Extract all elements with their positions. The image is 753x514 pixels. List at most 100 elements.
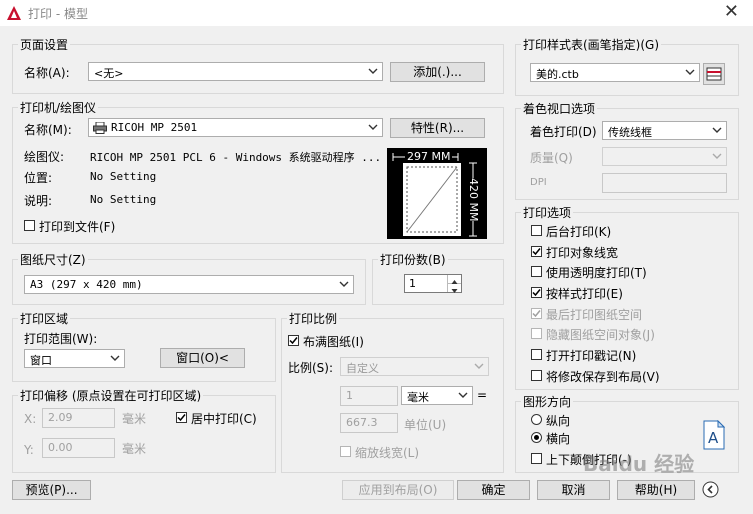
- plot-options-title: 打印选项: [521, 204, 574, 221]
- chevron-down-icon: [458, 392, 468, 398]
- option-label: 最后打印图纸空间: [546, 308, 643, 322]
- checkbox-box: [176, 412, 187, 423]
- checkmark-icon: [532, 310, 541, 318]
- chevron-down-icon: [685, 69, 695, 75]
- plot-style-table-select[interactable]: 美的.ctb: [530, 63, 700, 82]
- paper-size-title: 图纸尺寸(Z): [18, 251, 88, 268]
- spin-down-icon[interactable]: [447, 284, 461, 293]
- checkmark-icon: [289, 337, 298, 345]
- copies-stepper[interactable]: 1: [404, 274, 462, 293]
- help-button[interactable]: 帮助(H): [617, 480, 695, 500]
- copies-title: 打印份数(B): [378, 251, 448, 268]
- location-label: 位置:: [24, 171, 53, 185]
- preview-button[interactable]: 预览(P)...: [12, 480, 91, 500]
- scale-value2-input[interactable]: 667.3: [340, 413, 398, 433]
- collapse-icon[interactable]: [702, 481, 719, 498]
- plot-range-select[interactable]: 窗口: [24, 349, 125, 368]
- checkbox-box: [531, 453, 542, 464]
- printer-name-select[interactable]: RICOH MP 2501: [88, 118, 383, 137]
- plot-scale-title: 打印比例: [287, 310, 340, 327]
- y-offset-input[interactable]: 0.00: [42, 438, 115, 458]
- printer-name-value: RICOH MP 2501: [111, 121, 198, 134]
- scale-unit-select[interactable]: 毫米: [401, 386, 473, 405]
- x-offset-input[interactable]: 2.09: [42, 408, 115, 428]
- scale-select[interactable]: 自定义: [340, 357, 489, 376]
- plot-style-table-value: 美的.ctb: [536, 68, 579, 81]
- orientation-letter: A: [708, 429, 719, 447]
- option-label: 后台打印(K): [546, 225, 612, 239]
- printer-name-label: 名称(M):: [24, 123, 72, 137]
- description-label: 说明:: [24, 194, 53, 208]
- plot-style-table-title: 打印样式表(画笔指定)(G): [521, 36, 662, 53]
- print-dialog: 打印 - 模型 ✕ 页面设置 名称(A): <无> 添加(.)... 打印机/绘…: [0, 0, 753, 514]
- checkbox-box: [531, 349, 542, 360]
- plotter-value: RICOH MP 2501 PCL 6 - Windows 系统驱动程序 ...: [90, 151, 382, 164]
- location-value: No Setting: [90, 170, 157, 183]
- scale-label: 比例(S):: [288, 361, 334, 375]
- landscape-label: 横向: [546, 432, 571, 446]
- chevron-down-icon: [368, 124, 378, 130]
- option-label: 打印对象线宽: [546, 246, 619, 260]
- plot-range-value: 窗口: [30, 354, 52, 367]
- scale-unit-value: 毫米: [407, 391, 429, 404]
- window-title: 打印 - 模型: [28, 7, 88, 21]
- edit-table-icon: [706, 67, 722, 81]
- close-icon[interactable]: ✕: [724, 3, 739, 21]
- portrait-label: 纵向: [546, 414, 571, 428]
- ok-button[interactable]: 确定: [457, 480, 530, 500]
- orientation-title: 图形方向: [521, 393, 574, 410]
- watermark: Baidu 经验: [583, 452, 695, 476]
- chevron-down-icon: [712, 127, 722, 133]
- add-page-setup-button[interactable]: 添加(.)...: [390, 62, 485, 82]
- chevron-down-icon: [368, 68, 378, 74]
- cancel-button[interactable]: 取消: [537, 480, 610, 500]
- plotter-label: 绘图仪:: [24, 150, 65, 164]
- paper-preview: 297 MM 420 MM: [387, 148, 487, 239]
- checkbox-box: [531, 328, 542, 339]
- option-label: 使用透明度打印(T): [546, 266, 647, 280]
- page-setup-name-label: 名称(A):: [24, 66, 70, 80]
- dpi-input[interactable]: [602, 173, 727, 193]
- checkbox-box: [288, 335, 299, 346]
- page-setup-title: 页面设置: [18, 36, 71, 53]
- scale-lineweights-label: 缩放线宽(L): [355, 446, 420, 460]
- checkmark-icon: [532, 289, 541, 297]
- plot-offset-group: [12, 395, 276, 473]
- option-label: 按样式打印(E): [546, 287, 623, 301]
- preview-width-text: 297 MM: [405, 150, 453, 163]
- shade-plot-value: 传统线框: [608, 126, 652, 139]
- page-setup-name-value: <无>: [94, 67, 124, 80]
- scale-units-label: 单位(U): [404, 418, 447, 432]
- apply-to-layout-button[interactable]: 应用到布局(O): [342, 480, 454, 500]
- chevron-down-icon: [339, 281, 349, 287]
- copies-value: 1: [409, 277, 416, 290]
- scale-value1-input[interactable]: 1: [340, 386, 398, 406]
- quality-label: 质量(Q): [530, 151, 573, 165]
- preview-height-text: 420 MM: [467, 178, 480, 222]
- printer-properties-button[interactable]: 特性(R)...: [390, 118, 485, 138]
- checkmark-icon: [532, 248, 541, 256]
- checkbox-box: [531, 225, 542, 236]
- chevron-down-icon: [110, 355, 120, 361]
- shade-plot-select[interactable]: 传统线框: [602, 121, 727, 140]
- radio-circle: [531, 414, 542, 425]
- x-label: X:: [24, 412, 37, 426]
- page-setup-name-select[interactable]: <无>: [88, 62, 383, 81]
- title-bar[interactable]: 打印 - 模型 ✕: [0, 0, 753, 26]
- spin-up-icon[interactable]: [447, 275, 461, 284]
- paper-size-select[interactable]: A3 (297 x 420 mm): [24, 275, 354, 294]
- checkbox-box: [531, 370, 542, 381]
- y-label: Y:: [24, 443, 34, 457]
- option-label: 将修改保存到布局(V): [546, 370, 660, 384]
- dpi-label: DPI: [530, 177, 547, 188]
- checkbox-box: [531, 287, 542, 298]
- checkmark-icon: [177, 414, 186, 422]
- edit-plot-style-button[interactable]: [703, 63, 725, 85]
- option-label: 打开打印戳记(N): [546, 349, 637, 363]
- equals-sign: =: [477, 388, 488, 402]
- checkbox-box: [531, 266, 542, 277]
- quality-select[interactable]: [602, 147, 727, 166]
- orientation-preview-icon: A: [703, 419, 726, 450]
- window-pick-button[interactable]: 窗口(O)<: [160, 348, 245, 368]
- chevron-down-icon: [712, 153, 722, 159]
